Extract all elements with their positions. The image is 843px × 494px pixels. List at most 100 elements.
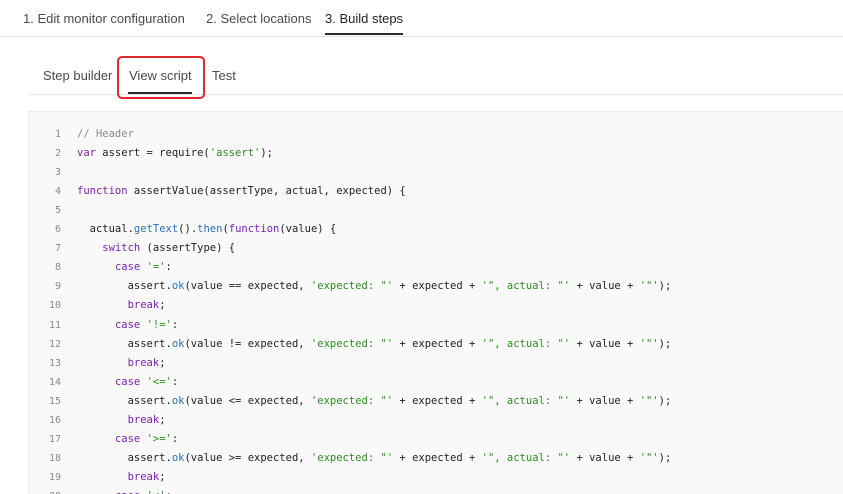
line-text: assert.ok(value <= expected, 'expected: … <box>77 392 672 411</box>
line-number: 1 <box>54 129 61 140</box>
code-token: + value + <box>570 280 640 293</box>
code-token: + value + <box>570 337 640 350</box>
line-text: assert.ok(value >= expected, 'expected: … <box>77 449 672 468</box>
code-token: actual. <box>77 223 134 236</box>
line-text: break; <box>77 296 166 315</box>
line-number: 8 <box>54 262 61 274</box>
code-token: break <box>127 356 160 369</box>
code-token: '", actual: "' <box>481 280 571 293</box>
code-token: ok <box>171 394 185 407</box>
highlight-annotation <box>117 56 205 99</box>
code-token: '=' <box>146 261 166 274</box>
line-number: 19 <box>48 471 61 483</box>
code-token: case <box>114 318 141 331</box>
line-number: 11 <box>48 319 61 331</box>
step-edit-monitor-configuration[interactable]: 1. Edit monitor configuration <box>23 11 185 26</box>
line-text: case '>=': <box>77 430 178 449</box>
code-token: assert. <box>77 451 172 464</box>
step-build-steps[interactable]: 3. Build steps <box>325 11 403 26</box>
code-token: + value + <box>570 451 640 464</box>
code-token: (). <box>178 223 198 236</box>
code-token: '"' <box>639 394 659 407</box>
line-number: 17 <box>48 433 61 445</box>
code-token: // Header <box>77 128 134 140</box>
code-token: break <box>127 413 160 426</box>
code-viewer[interactable]: 1 // Header 2 var assert = require('assert'… <box>28 111 843 494</box>
code-token: ); <box>658 337 672 350</box>
line-number: 10 <box>48 300 61 312</box>
code-token: ); <box>658 394 672 407</box>
line-number: 3 <box>54 167 61 179</box>
code-token: function <box>77 185 128 198</box>
line-number: 4 <box>54 186 61 198</box>
code-token: var <box>77 147 96 160</box>
line-text: assert.ok(value != expected, 'expected: … <box>77 335 672 354</box>
line-text: var assert = require('assert'); <box>77 144 273 163</box>
code-token: + value + <box>570 394 640 407</box>
step-select-locations[interactable]: 2. Select locations <box>206 11 312 26</box>
code-token: '", actual: "' <box>481 451 571 464</box>
code-token: ); <box>260 147 273 160</box>
line-text: // Header <box>77 125 134 144</box>
code-token: '<' <box>147 490 166 494</box>
line-number: 13 <box>48 357 61 369</box>
code-token: ok <box>171 451 185 464</box>
code-token: : <box>165 261 172 274</box>
code-token: '", actual: "' <box>481 337 571 350</box>
code-token: case <box>115 490 140 494</box>
code-token: ; <box>159 413 166 426</box>
code-token: ); <box>658 280 672 293</box>
code-token: ok <box>171 280 185 293</box>
line-text: break; <box>77 354 166 373</box>
code-token: 'expected: "' <box>310 337 394 350</box>
line-number: 9 <box>54 281 61 293</box>
line-number: 16 <box>48 414 61 426</box>
code-token: '<=' <box>146 375 172 388</box>
code-token: + expected + <box>393 394 482 407</box>
line-number: 14 <box>48 376 61 388</box>
line-number: 5 <box>54 205 61 217</box>
tab-test[interactable]: Test <box>212 68 236 83</box>
code-token: ok <box>171 337 185 350</box>
code-token: 'expected: "' <box>310 394 394 407</box>
code-token: case <box>114 375 141 388</box>
line-number: 12 <box>48 338 61 350</box>
code-token: assert = require( <box>95 147 210 160</box>
code-token: (value >= expected, <box>184 451 311 464</box>
code-token: assert. <box>77 280 172 293</box>
line-text: assert.ok(value == expected, 'expected: … <box>77 277 672 296</box>
code-token: : <box>171 375 179 388</box>
code-token: ; <box>159 356 166 369</box>
code-token: ; <box>159 470 166 483</box>
code-token: assert. <box>77 394 172 407</box>
line-number: 2 <box>54 148 61 160</box>
code-token: switch <box>102 242 141 255</box>
code-token: assertValue(assertType, actual, expected… <box>127 185 406 198</box>
wizard-steps: 1. Edit monitor configuration 2. Select … <box>0 0 843 37</box>
code-token: + expected + <box>393 451 482 464</box>
line-number: 7 <box>54 243 61 255</box>
line-text: switch (assertType) { <box>77 239 235 258</box>
code-token: ); <box>658 451 672 464</box>
tab-step-builder[interactable]: Step builder <box>43 68 112 83</box>
line-number: 6 <box>54 224 61 236</box>
code-token: (value != expected, <box>184 337 311 350</box>
code-token: '!=' <box>146 318 172 331</box>
line-text: break; <box>77 468 166 487</box>
code-token: (value == expected, <box>184 280 311 293</box>
code-token: + expected + <box>393 337 482 350</box>
code-token: '", actual: "' <box>481 394 571 407</box>
code-token: ; <box>159 299 166 312</box>
code-token: '"' <box>639 337 659 350</box>
code-token: break <box>127 299 160 312</box>
code-token: '>=' <box>146 432 172 445</box>
code-token: (value) { <box>279 223 337 236</box>
